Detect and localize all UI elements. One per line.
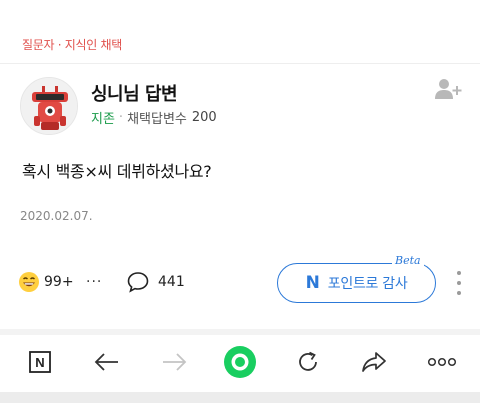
vertical-dots-icon [457,271,461,295]
author-meta: 지존 · 채택답변수 200 [91,108,217,127]
share-icon [362,352,386,372]
browser-toolbar: N [0,338,480,386]
more-menu-button[interactable] [424,344,460,380]
thank-with-points-label: 포인트로 감사 [327,276,408,292]
answer-text: 혹시 백종×씨 데뷔하셨나요? [22,162,212,181]
comment-button[interactable]: 441 [126,270,185,294]
reload-icon [299,351,317,371]
action-row: 99+ ··· 441 N 포인트로 감사 Beta [0,254,480,307]
svg-text:N: N [35,355,44,370]
speech-bubble-icon [127,272,149,293]
comment-count: 441 [158,274,185,290]
robot-avatar-icon [21,78,77,134]
section-divider [0,329,480,335]
more-options-button[interactable] [452,268,466,298]
adopted-answers-count: 200 [191,110,217,125]
naver-n-icon: N [29,351,51,373]
divider [0,63,480,64]
forward-button[interactable] [156,344,192,380]
thank-with-points-button[interactable]: N 포인트로 감사 [277,263,436,303]
more-horizontal-icon [427,357,457,367]
add-friend-icon [435,79,462,99]
author-grade: 지존 [91,112,115,127]
answer-date: 2020.02.07. [20,209,93,223]
naver-point-icon: N [305,273,320,293]
arrow-left-icon [94,353,118,371]
green-circle-icon [224,346,256,378]
beta-badge: Beta [392,254,424,267]
smile-emoji-icon [19,272,39,292]
add-friend-button[interactable] [434,78,462,100]
like-button[interactable]: 99+ [18,271,74,293]
breadcrumb: 질문자 · 지식인 채택 [22,38,122,52]
reaction-more-button[interactable]: ··· [86,274,102,290]
adopted-answers-label: 채택답변수 [127,112,187,127]
arrow-right-icon [163,353,187,371]
separator-dot: · [118,110,124,125]
share-button[interactable] [356,344,392,380]
system-bar [0,392,480,403]
avatar[interactable] [20,77,78,135]
back-button[interactable] [89,344,125,380]
answer-title: 싱니님 답변 [91,84,178,105]
green-dot-button[interactable] [222,344,258,380]
like-count: 99+ [44,274,74,290]
reload-button[interactable] [290,344,326,380]
home-button[interactable]: N [22,344,58,380]
